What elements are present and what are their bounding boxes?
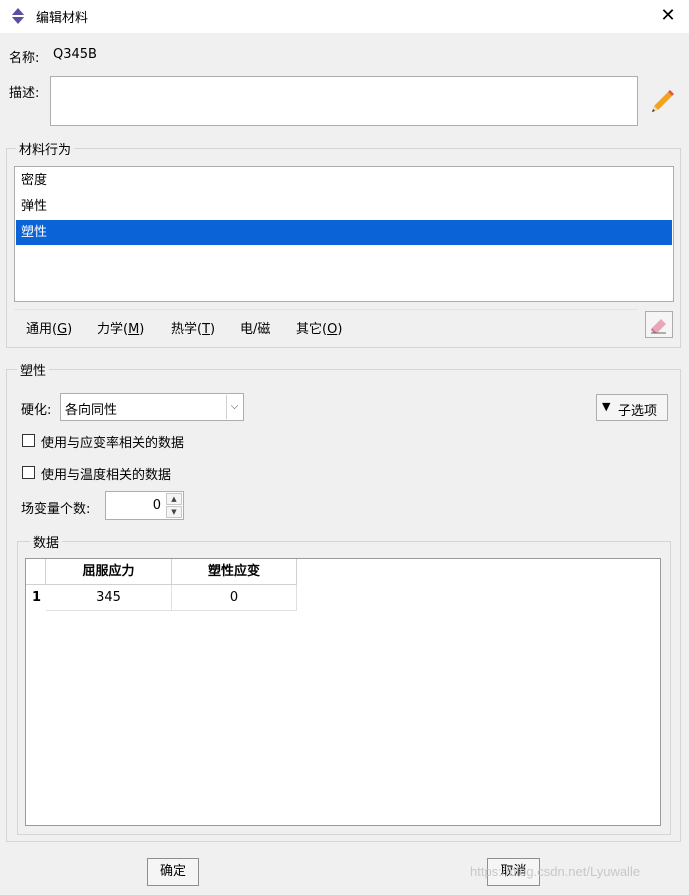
name-label: 名称: bbox=[9, 51, 40, 66]
spin-up-icon[interactable]: ▲ bbox=[166, 493, 182, 505]
column-header[interactable]: 屈服应力 bbox=[46, 559, 172, 585]
menu-thermal-text: 热学( bbox=[171, 322, 203, 337]
menu-other-end: ) bbox=[337, 322, 343, 337]
menu-other-key: O bbox=[327, 322, 338, 337]
app-icon bbox=[11, 8, 25, 24]
menu-general-text: 通用( bbox=[26, 322, 58, 337]
chevron-down-icon: ⌵ bbox=[226, 395, 242, 419]
eraser-icon bbox=[651, 319, 666, 334]
hardening-select[interactable]: 各向同性 ⌵ bbox=[60, 393, 244, 421]
description-label: 描述: bbox=[9, 86, 40, 101]
menu-electromagnetic[interactable]: 电/磁 bbox=[240, 318, 270, 337]
menu-thermal-key: T bbox=[202, 322, 211, 337]
list-item[interactable]: 密度 bbox=[16, 168, 672, 193]
menu-other[interactable]: 其它(O) bbox=[296, 318, 342, 337]
column-header[interactable]: 塑性应变 bbox=[172, 559, 297, 585]
menu-general-key: G bbox=[57, 322, 68, 337]
window-title: 编辑材料 bbox=[36, 11, 89, 26]
table-cell[interactable]: 345 bbox=[46, 585, 172, 611]
menu-mechanical-text: 力学( bbox=[97, 322, 129, 337]
row-number: 1 bbox=[32, 590, 42, 605]
field-vars-value: 0 bbox=[152, 498, 161, 513]
menu-mechanical-end: ) bbox=[139, 322, 145, 337]
field-vars-spinner[interactable]: 0 ▲ ▼ bbox=[105, 491, 184, 520]
title-bar: 编辑材料 ✕ bbox=[0, 0, 689, 33]
menu-general-end: ) bbox=[67, 322, 73, 337]
edit-pencil-icon[interactable] bbox=[648, 86, 676, 114]
category-menubar: 通用(G) 力学(M) 热学(T) 电/磁 其它(O) bbox=[14, 309, 638, 342]
plasticity-group-title: 塑性 bbox=[17, 360, 50, 379]
hardening-value: 各向同性 bbox=[65, 403, 118, 418]
list-item-selected[interactable]: 塑性 bbox=[16, 220, 672, 245]
ok-button[interactable]: 确定 bbox=[147, 858, 199, 886]
temp-dependent-label: 使用与温度相关的数据 bbox=[41, 468, 172, 483]
close-button[interactable]: ✕ bbox=[653, 2, 683, 30]
suboptions-button[interactable]: ▼ 子选项 bbox=[596, 394, 668, 421]
list-item[interactable]: 弹性 bbox=[16, 194, 672, 219]
menu-mechanical[interactable]: 力学(M) bbox=[97, 318, 144, 337]
field-vars-label: 场变量个数: bbox=[21, 502, 91, 517]
triangle-down-icon: ▼ bbox=[602, 400, 611, 413]
hardening-label: 硬化: bbox=[21, 403, 52, 418]
rate-dependent-label: 使用与应变率相关的数据 bbox=[41, 436, 185, 451]
menu-thermal-end: ) bbox=[210, 322, 216, 337]
menu-general[interactable]: 通用(G) bbox=[26, 318, 72, 337]
description-field[interactable] bbox=[50, 76, 638, 126]
menu-electromagnetic-text: 电/磁 bbox=[240, 322, 271, 337]
data-group-title: 数据 bbox=[30, 532, 63, 551]
behavior-group-title: 材料行为 bbox=[16, 139, 75, 158]
table-cell[interactable]: 0 bbox=[172, 585, 297, 611]
close-icon: ✕ bbox=[660, 5, 676, 26]
table-corner bbox=[26, 559, 46, 585]
menu-other-text: 其它( bbox=[296, 322, 328, 337]
behavior-list[interactable]: 密度 弹性 塑性 bbox=[14, 166, 674, 302]
temp-dependent-checkbox[interactable] bbox=[22, 466, 35, 479]
menu-thermal[interactable]: 热学(T) bbox=[171, 318, 215, 337]
rate-dependent-checkbox[interactable] bbox=[22, 434, 35, 447]
data-table[interactable]: 屈服应力 塑性应变 1 345 0 bbox=[25, 558, 661, 826]
delete-behavior-button[interactable] bbox=[645, 311, 673, 338]
suboptions-label: 子选项 bbox=[618, 404, 658, 419]
menu-mechanical-key: M bbox=[128, 322, 140, 337]
spin-down-icon[interactable]: ▼ bbox=[166, 506, 182, 518]
material-name: Q345B bbox=[53, 47, 97, 62]
watermark: https://blog.csdn.net/Lyuwalle bbox=[470, 864, 641, 879]
